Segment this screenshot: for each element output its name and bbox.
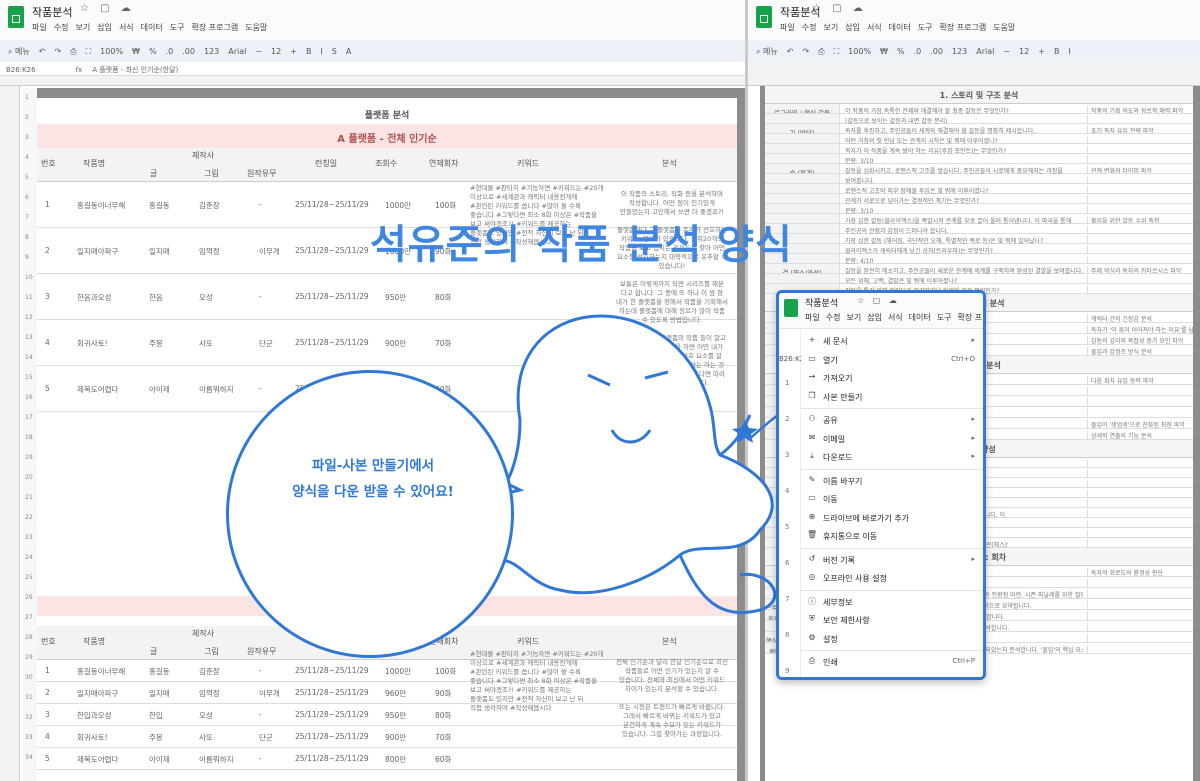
menu-add-shortcut-label: 드라이브에 바로가기 추가 [823, 513, 910, 523]
menu-item-2[interactable]: 보기 [846, 313, 861, 322]
menu-download[interactable]: ⤓ 다운로드 ▸ [801, 449, 983, 466]
menu-separator [801, 408, 983, 409]
speech-bubble-text: 파일-사본 만들기에서 양식을 다운 받을 수 있어요! [253, 453, 493, 505]
menu-details-label: 세부정보 [823, 597, 853, 607]
menu-rename-label: 이름 바꾸기 [823, 476, 863, 486]
menu-settings[interactable]: ⚙ 설정 [801, 631, 983, 648]
menu-make-copy[interactable]: ❐ 사본 만들기 [801, 389, 983, 406]
popup-row-number: 6 [785, 559, 790, 567]
menu-open-shortcut: Ctrl+O [951, 354, 975, 363]
menu-move[interactable]: ▭ 이동 [801, 491, 983, 508]
make-copy-icon: ❐ [808, 390, 816, 400]
menu-import-label: 가져오기 [823, 374, 853, 383]
menu-email-label: 이메일 [823, 434, 846, 444]
menu-item-1[interactable]: 수정 [826, 313, 841, 322]
menu-share-label: 공유 [823, 416, 838, 425]
popup-row-number: 4 [785, 487, 790, 495]
new-icon: + [808, 335, 816, 344]
popup-row-number: 1 [785, 379, 790, 387]
popup-star-folder-cloud-icons[interactable]: ☆ ▢ ☁ [857, 296, 900, 305]
menu-version-history[interactable]: ↺ 버전 기록 ▸ [801, 552, 983, 569]
popup-row-strip: B26:K2 1 2 3 4 5 6 7 8 9 [779, 329, 804, 677]
settings-icon: ⚙ [808, 632, 816, 642]
menu-share[interactable]: ⚇ 공유 ▸ [801, 412, 983, 429]
menu-new-shortcut: ▸ [971, 336, 975, 344]
popup-row-number: 7 [785, 595, 790, 603]
menu-add-shortcut[interactable]: ⊕ 드라이브에 바로가기 추가 [801, 510, 983, 527]
version-history-icon: ↺ [808, 553, 816, 563]
popup-row-number: 2 [785, 415, 790, 423]
popup-row-number: 3 [785, 451, 790, 459]
menu-email-shortcut: ▸ [971, 433, 975, 442]
move-icon: ▭ [808, 493, 816, 502]
file-menu-screenshot: 작품분석 ☆ ▢ ☁ 파일 수정 보기 삽입 서식 데이터 도구 확장 프 B26:K2 1 2 3… [776, 290, 986, 680]
open-icon: ▭ [808, 353, 816, 363]
popup-title-bar: 작품분석 ☆ ▢ ☁ 파일 수정 보기 삽입 서식 데이터 도구 확장 프 [779, 293, 983, 329]
menu-open[interactable]: ▭ 열기 Ctrl+O [801, 352, 983, 369]
menu-import[interactable]: → 가져오기 [801, 370, 983, 387]
menu-trash[interactable]: 🗑 휴지통으로 이동 [801, 528, 983, 545]
security-icon: ⛨ [809, 614, 815, 623]
bubble-line-2: 양식을 다운 받을 수 있어요! [292, 484, 454, 500]
add-shortcut-icon: ⊕ [808, 511, 816, 521]
overlay-title: 석유준의 작품 분석 양식 [370, 222, 793, 268]
popup-row-number: 8 [785, 631, 790, 639]
popup-doc-title[interactable]: 작품분석 [805, 296, 838, 309]
popup-row-number: 5 [785, 523, 790, 531]
bubble-line-1: 파일-사본 만들기에서 [311, 458, 435, 474]
menu-item-3[interactable]: 삽입 [867, 313, 882, 322]
popup-sheets-logo-icon[interactable] [784, 299, 798, 317]
menu-version-history-label: 버전 기록 [823, 555, 855, 565]
menu-share-shortcut: ▸ [971, 415, 975, 423]
menu-item-0[interactable]: 파일 [805, 313, 820, 322]
menu-print[interactable]: ⎙ 인쇄 Ctrl+P [801, 654, 983, 671]
download-icon: ⤓ [810, 451, 814, 460]
rename-icon: ✎ [808, 474, 816, 484]
details-icon: ⓘ [808, 596, 816, 606]
menu-open-label: 열기 [823, 355, 838, 365]
menu-new-label: 새 문서 [823, 337, 848, 346]
mascot-drawing [456, 304, 932, 615]
menu-item-6[interactable]: 도구 [937, 313, 952, 322]
menu-separator [801, 547, 983, 549]
popup-menu-bar: 파일 수정 보기 삽입 서식 데이터 도구 확장 프 [805, 312, 983, 323]
offline-icon: ◎ [808, 572, 816, 581]
import-icon: → [808, 372, 816, 381]
print-icon: ⎙ [808, 656, 816, 665]
menu-trash-label: 휴지통으로 이동 [823, 532, 878, 541]
menu-rename[interactable]: ✎ 이름 바꾸기 [801, 473, 983, 490]
menu-item-4[interactable]: 서식 [888, 313, 903, 322]
trash-icon: 🗑 [807, 530, 818, 539]
menu-make-copy-label: 사본 만들기 [823, 392, 863, 402]
menu-print-label: 인쇄 [823, 658, 838, 667]
menu-separator [801, 468, 983, 470]
email-icon: ✉ [808, 432, 816, 442]
menu-download-label: 다운로드 [823, 453, 853, 462]
menu-move-label: 이동 [823, 495, 838, 504]
menu-settings-label: 설정 [823, 634, 838, 644]
menu-version-history-shortcut: ▸ [971, 554, 975, 563]
mascot-tentacle [678, 554, 777, 615]
menu-email[interactable]: ✉ 이메일 ▸ [801, 431, 983, 448]
menu-security[interactable]: ⛨ 보안 제한사항 [801, 612, 983, 629]
menu-offline-label: 오프라인 사용 설정 [823, 574, 887, 583]
menu-new[interactable]: + 새 문서 ▸ [801, 333, 983, 350]
file-dropdown-menu: + 새 문서 ▸ ▭ 열기 Ctrl+O → 가져오기 ❐ 사본 만들기 ⚇ 공유 ▸ ✉ 이메일 ▸ ⤓ 다운로… [801, 329, 983, 677]
menu-item-5[interactable]: 데이터 [909, 313, 931, 322]
share-icon: ⚇ [808, 414, 816, 423]
menu-item-7[interactable]: 확장 프 [958, 313, 983, 322]
popup-row-number: 9 [785, 667, 790, 675]
menu-security-label: 보안 제한사항 [823, 616, 870, 625]
menu-separator [801, 589, 983, 591]
speech-bubble [226, 370, 514, 658]
menu-offline[interactable]: ◎ 오프라인 사용 설정 [801, 570, 983, 587]
menu-print-shortcut: Ctrl+P [952, 657, 975, 665]
menu-details[interactable]: ⓘ 세부정보 [801, 594, 983, 611]
menu-download-shortcut: ▸ [971, 452, 975, 460]
menu-separator [801, 650, 983, 651]
